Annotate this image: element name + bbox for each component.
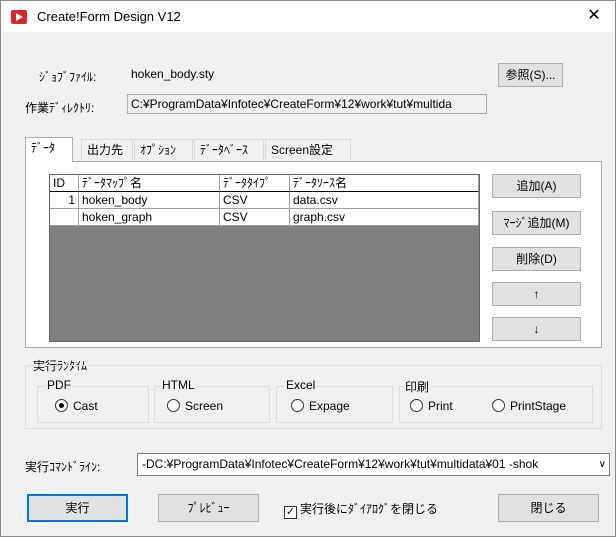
job-file-value: hoken_body.sty [127, 64, 487, 84]
browse-button-label: 参照(S)... [505, 68, 556, 82]
radio-printstage[interactable]: PrintStage [492, 399, 566, 413]
radio-expage-label: Expage [309, 399, 350, 413]
cell-data-source-name: data.csv [290, 192, 479, 209]
radio-screen-label: Screen [185, 399, 224, 413]
radio-expage[interactable]: Expage [291, 399, 350, 413]
table-row[interactable]: hoken_graph CSV graph.csv [50, 209, 479, 226]
command-line-combo[interactable]: -DC:¥ProgramData¥Infotec¥CreateForm¥12¥w… [137, 453, 610, 476]
work-dir-field[interactable]: C:¥ProgramData¥Infotec¥CreateForm¥12¥wor… [127, 94, 487, 114]
close-button[interactable]: 閉じる [498, 494, 599, 522]
radio-printstage-indicator [492, 399, 505, 412]
run-button[interactable]: 実行 [27, 494, 128, 522]
cell-data-map-name: hoken_graph [79, 209, 220, 226]
radio-cast[interactable]: Cast [55, 399, 98, 413]
cell-data-type: CSV [220, 192, 290, 209]
print-group-label: 印刷 [403, 378, 432, 395]
checkbox-check-icon: ✓ [284, 506, 297, 519]
radio-print-label: Print [428, 399, 453, 413]
radio-print-indicator [410, 399, 423, 412]
pdf-group-label: PDF [45, 378, 73, 392]
command-line-value: -DC:¥ProgramData¥Infotec¥CreateForm¥12¥w… [142, 457, 539, 471]
close-after-run-checkbox[interactable]: ✓ 実行後にﾀﾞｲｱﾛｸﾞを閉じる [284, 500, 438, 519]
close-after-run-label: 実行後にﾀﾞｲｱﾛｸﾞを閉じる [300, 502, 439, 516]
move-down-button[interactable]: ↓ [492, 317, 581, 341]
cell-id [50, 209, 79, 226]
column-header-data-map-name: ﾃﾞｰﾀﾏｯﾌﾟ名 [79, 175, 220, 192]
radio-screen[interactable]: Screen [167, 399, 223, 413]
add-button[interactable]: 追加(A) [492, 174, 581, 198]
chevron-down-icon[interactable]: ∨ [599, 454, 606, 475]
tab-database[interactable]: ﾃﾞｰﾀﾍﾞｰｽ [194, 139, 264, 160]
cell-id: 1 [50, 192, 79, 209]
browse-button[interactable]: 参照(S)... [498, 63, 563, 87]
radio-printstage-label: PrintStage [510, 399, 567, 413]
close-icon[interactable]: ✕ [581, 5, 607, 27]
cell-data-source-name: graph.csv [290, 209, 479, 226]
excel-group-label: Excel [284, 378, 318, 392]
table-row[interactable]: 1 hoken_body CSV data.csv [50, 192, 479, 209]
tab-screen-settings[interactable]: Screen設定 [265, 139, 351, 160]
merge-add-button[interactable]: ﾏｰｼﾞ追加(M) [492, 211, 581, 235]
job-file-label: ｼﾞｮﾌﾞﾌｧｲﾙ: [39, 70, 97, 84]
html-group-label: HTML [160, 378, 197, 392]
dialog-window: Create!Form Design V12 ✕ ｼﾞｮﾌﾞﾌｧｲﾙ: hoke… [0, 0, 616, 537]
cell-data-type: CSV [220, 209, 290, 226]
tab-data[interactable]: ﾃﾞｰﾀ [25, 137, 73, 162]
tab-options[interactable]: ｵﾌﾟｼｮﾝ [134, 139, 193, 160]
app-icon [11, 10, 27, 24]
cell-data-map-name: hoken_body [79, 192, 220, 209]
table-header-row: ID ﾃﾞｰﾀﾏｯﾌﾟ名 ﾃﾞｰﾀﾀｲﾌﾟ ﾃﾞｰﾀｿｰｽ名 [50, 175, 479, 192]
radio-screen-indicator [167, 399, 180, 412]
window-title: Create!Form Design V12 [37, 9, 181, 24]
radio-expage-indicator [291, 399, 304, 412]
radio-print[interactable]: Print [410, 399, 453, 413]
delete-button[interactable]: 削除(D) [492, 247, 581, 271]
radio-cast-label: Cast [73, 399, 98, 413]
column-header-data-source-name: ﾃﾞｰﾀｿｰｽ名 [290, 175, 479, 192]
work-dir-label: 作業ﾃﾞｨﾚｸﾄﾘ: [25, 101, 95, 115]
tab-output[interactable]: 出力先 [81, 139, 133, 160]
title-bar: Create!Form Design V12 ✕ [1, 1, 615, 32]
preview-button[interactable]: ﾌﾟﾚﾋﾞｭｰ [158, 494, 259, 522]
data-map-table[interactable]: ID ﾃﾞｰﾀﾏｯﾌﾟ名 ﾃﾞｰﾀﾀｲﾌﾟ ﾃﾞｰﾀｿｰｽ名 1 hoken_b… [49, 174, 480, 342]
move-up-button[interactable]: ↑ [492, 282, 581, 306]
radio-cast-indicator [55, 399, 68, 412]
command-line-label: 実行ｺﾏﾝﾄﾞﾗｲﾝ: [25, 460, 101, 474]
column-header-data-type: ﾃﾞｰﾀﾀｲﾌﾟ [220, 175, 290, 192]
column-header-id: ID [50, 175, 79, 192]
